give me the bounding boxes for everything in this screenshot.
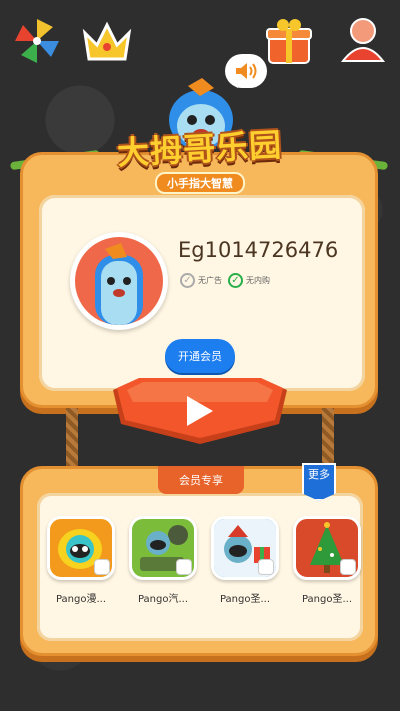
- check-icon: ✓: [228, 273, 243, 288]
- no-iap-label: 无内购: [246, 276, 270, 285]
- rope-decoration: [322, 408, 334, 472]
- pinwheel-icon[interactable]: [10, 14, 64, 68]
- logo-title: 大拇哥乐园: [116, 125, 284, 173]
- app-name: Pango漫...: [55, 594, 107, 605]
- more-button[interactable]: 更多: [302, 463, 336, 501]
- app-item[interactable]: Pango圣...: [208, 516, 282, 605]
- no-ads-label: 无广告: [198, 276, 222, 285]
- play-icon: [113, 378, 287, 444]
- user-icon[interactable]: [336, 12, 390, 66]
- app-item[interactable]: Pango漫...: [44, 516, 118, 605]
- app-icon[interactable]: [129, 516, 197, 580]
- app-item[interactable]: Pango圣...: [290, 516, 364, 605]
- check-icon: ✓: [180, 273, 195, 288]
- rope-decoration: [66, 408, 78, 472]
- user-id: Eg1014726476: [178, 238, 339, 262]
- app-name: Pango圣...: [219, 594, 271, 605]
- app-icon[interactable]: [293, 516, 361, 580]
- app-item[interactable]: Pango汽...: [126, 516, 200, 605]
- crown-icon[interactable]: [80, 14, 134, 68]
- logo-subtitle: 小手指大智慧: [155, 172, 245, 194]
- app-icon[interactable]: [211, 516, 279, 580]
- member-apps-list: Pango漫... Pango汽... Pango圣... Pango圣...: [44, 516, 364, 605]
- vip-button[interactable]: 开通会员: [165, 339, 235, 373]
- app-name: Pango圣...: [301, 594, 353, 605]
- app-logo: 大拇哥乐园 小手指大智慧: [110, 124, 290, 194]
- play-button[interactable]: [107, 376, 293, 448]
- app-name: Pango汽...: [137, 594, 189, 605]
- app-icon[interactable]: [47, 516, 115, 580]
- gift-icon[interactable]: [262, 14, 316, 68]
- members-title: 会员专享: [158, 466, 244, 494]
- no-iap-badge: ✓ 无内购: [228, 273, 270, 288]
- avatar[interactable]: [70, 232, 168, 330]
- no-ads-badge: ✓ 无广告: [180, 273, 222, 288]
